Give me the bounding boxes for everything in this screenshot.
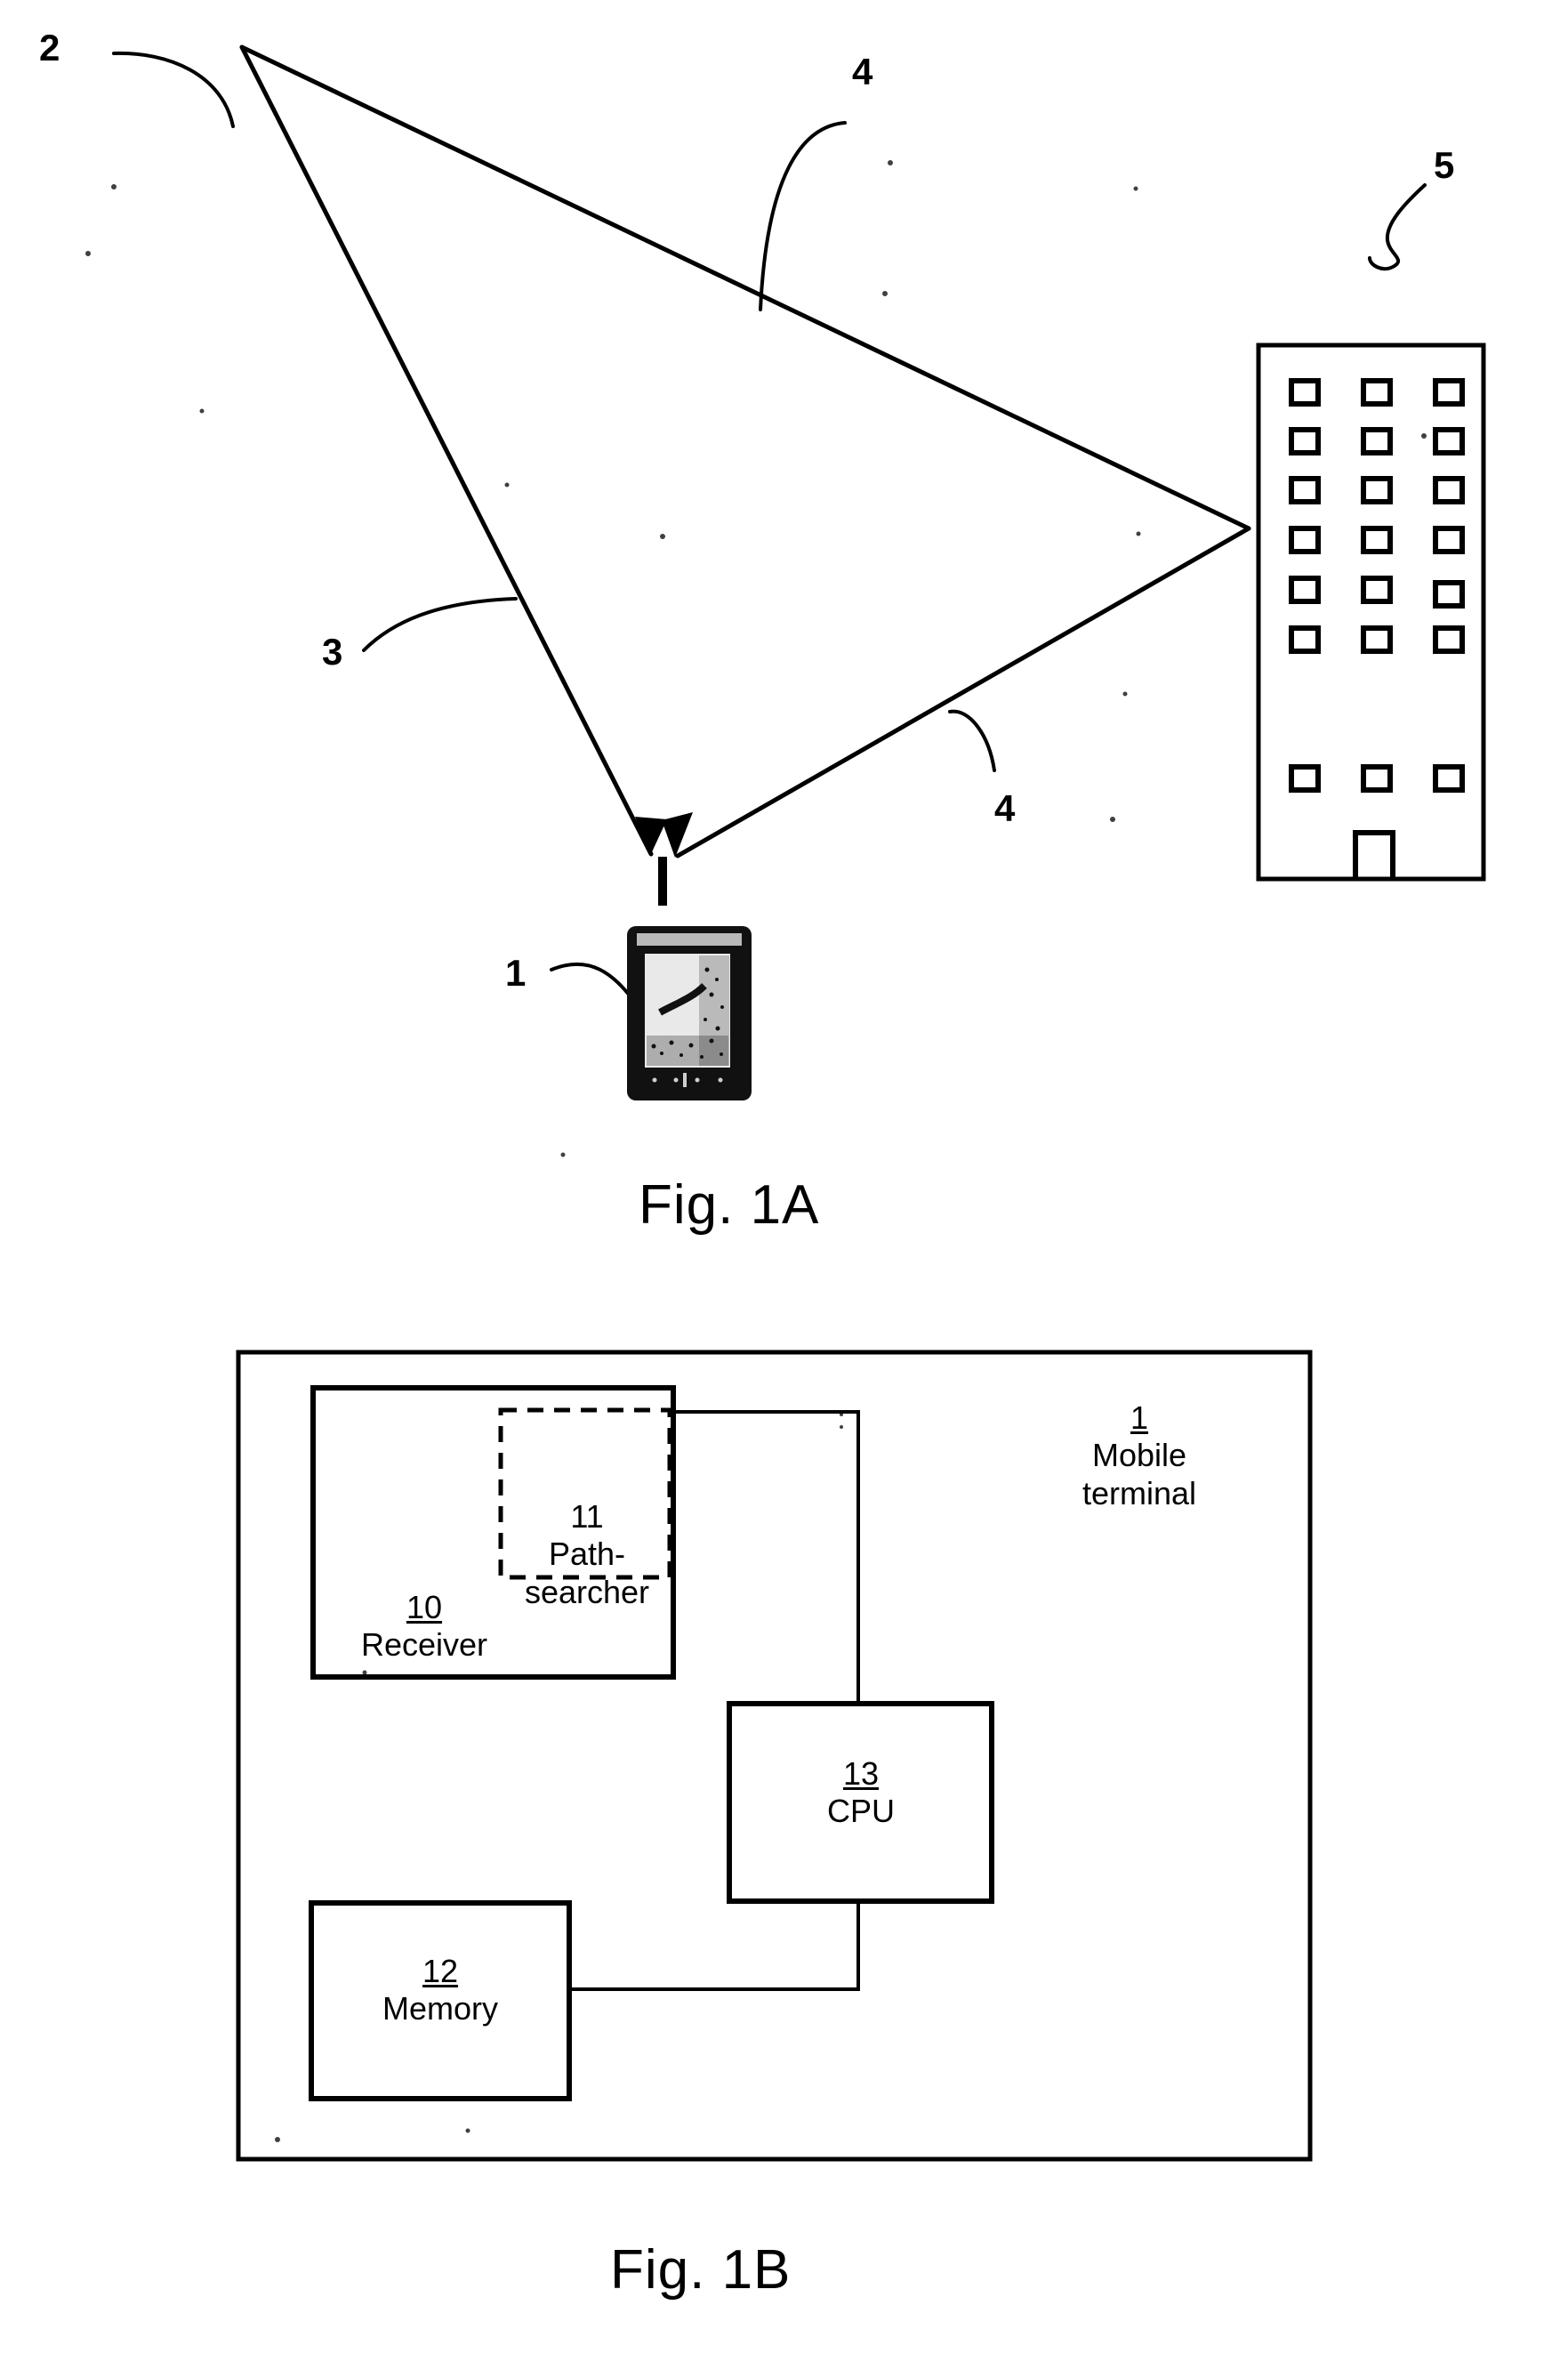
ref-numeral-4-upper: 4 bbox=[852, 51, 873, 93]
receiver-name: Receiver bbox=[360, 1626, 488, 1664]
path-searcher-name-line1: Path- bbox=[548, 1536, 626, 1573]
mobile-handset-1 bbox=[627, 857, 752, 1100]
leader-2 bbox=[112, 51, 235, 128]
cpu-num: 13 bbox=[842, 1755, 880, 1792]
memory-name: Memory bbox=[382, 1990, 498, 2027]
ray-building-to-mobile bbox=[675, 526, 1251, 858]
handset-antenna bbox=[658, 857, 667, 906]
mobile-terminal-num: 1 bbox=[1130, 1399, 1149, 1436]
patent-drawing-page: 2 4 5 3 4 1 Fig. 1A 1 Mobile terminal 10… bbox=[0, 0, 1568, 2378]
figure-1b-caption: Fig. 1B bbox=[610, 2239, 792, 2301]
ref-numeral-3: 3 bbox=[322, 631, 343, 673]
ref-numeral-1: 1 bbox=[505, 952, 527, 994]
cpu-name: CPU bbox=[826, 1793, 895, 1830]
leader-3 bbox=[362, 597, 518, 652]
leader-4-upper bbox=[759, 121, 847, 311]
memory-num: 12 bbox=[422, 1953, 459, 1989]
path-searcher-name-line2: searcher bbox=[524, 1573, 650, 1610]
ray-apex-to-mobile bbox=[239, 44, 654, 857]
ref-numeral-2: 2 bbox=[39, 27, 60, 69]
fig1a-ray-group bbox=[239, 44, 1251, 858]
mobile-terminal-label: 1 Mobile terminal bbox=[1037, 1399, 1242, 1512]
mobile-terminal-name-line1: Mobile bbox=[1091, 1437, 1187, 1474]
mobile-terminal-name-line2: terminal bbox=[1082, 1474, 1197, 1511]
memory-label: 12 Memory bbox=[316, 1953, 565, 2028]
cpu-label: 13 CPU bbox=[750, 1755, 972, 1831]
handset-speaker-strip bbox=[637, 933, 742, 946]
ray-upper-to-building bbox=[239, 44, 1251, 531]
ref-numeral-5: 5 bbox=[1434, 144, 1455, 186]
path-searcher-label: 11 Path- searcher bbox=[485, 1498, 689, 1611]
figure-1a-caption: Fig. 1A bbox=[639, 1174, 820, 1236]
building-outline bbox=[1256, 343, 1486, 882]
fig1a-leader-lines bbox=[112, 51, 1427, 1016]
ref-numeral-4-lower: 4 bbox=[994, 787, 1016, 829]
leader-5 bbox=[1368, 183, 1427, 271]
path-searcher-num: 11 bbox=[570, 1498, 604, 1535]
leader-4-lower bbox=[948, 709, 996, 772]
building-5 bbox=[1256, 343, 1486, 882]
